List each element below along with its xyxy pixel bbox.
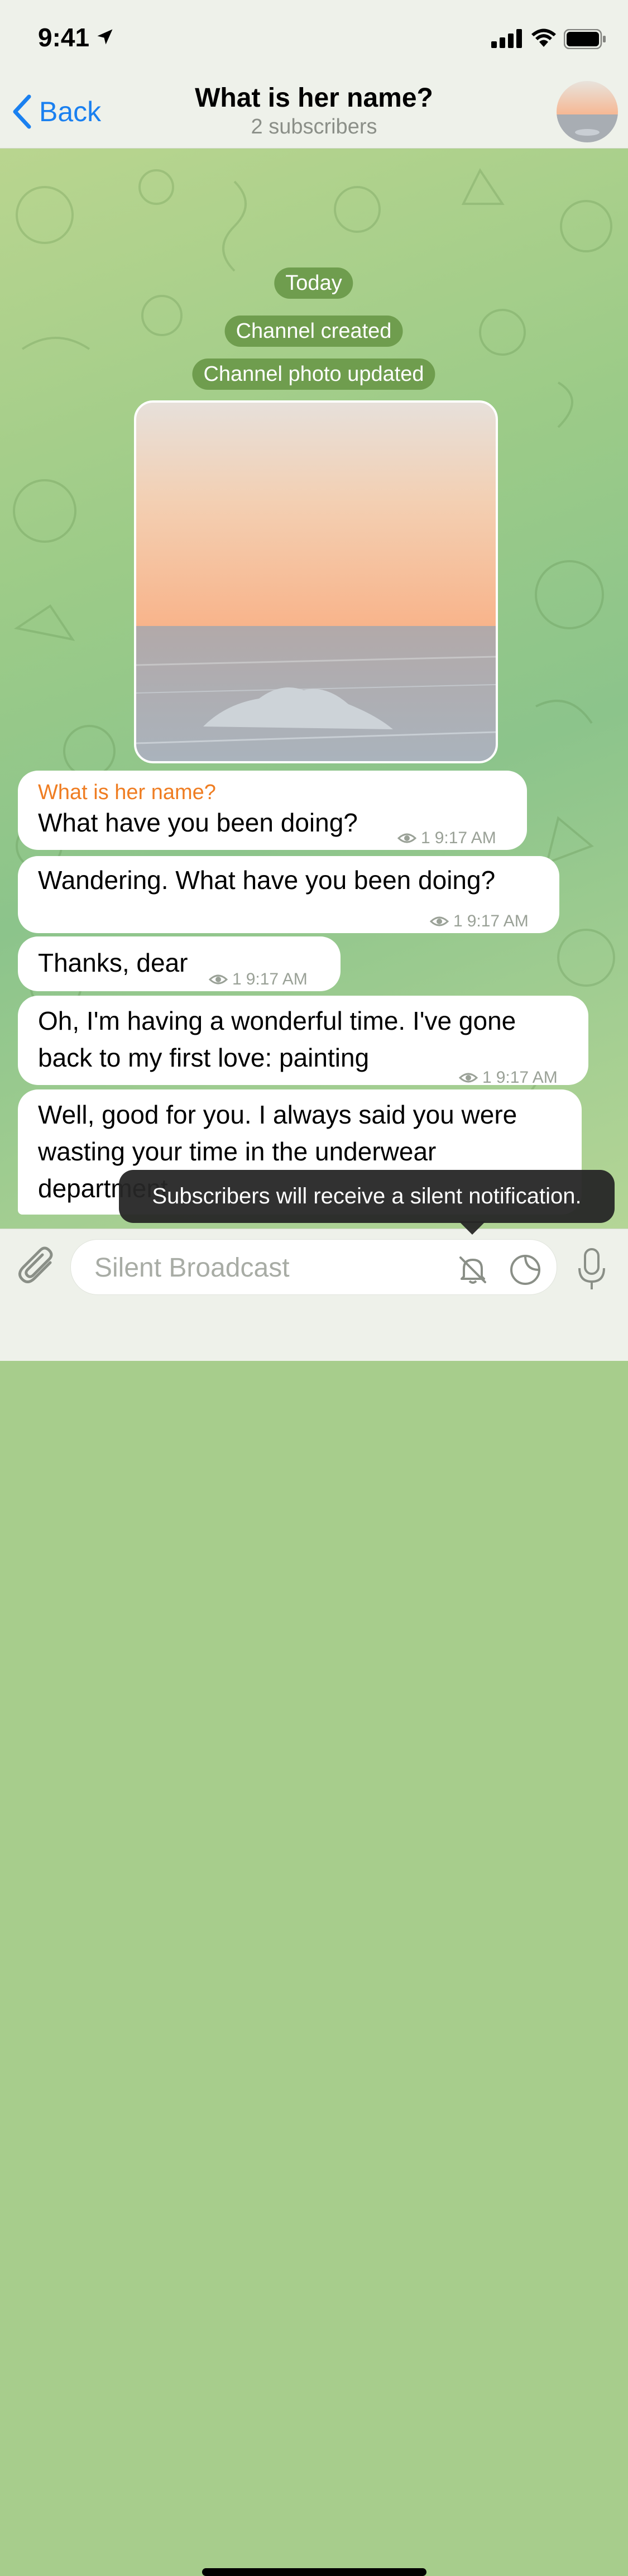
home-indicator[interactable] bbox=[202, 2568, 426, 2576]
message-input-field[interactable] bbox=[70, 1239, 557, 1296]
message-meta: 1 9:17 AM bbox=[430, 903, 529, 940]
silent-notification-tooltip: Subscribers will receive a silent notifi… bbox=[119, 1170, 615, 1223]
message-time: 9:17 AM bbox=[246, 970, 308, 988]
message-text: Wandering. What have you been doing? bbox=[38, 866, 496, 895]
composer-bar bbox=[0, 1229, 628, 2576]
message-meta: 1 9:17 AM bbox=[209, 961, 308, 998]
message-text: What have you been doing? bbox=[38, 808, 358, 837]
message-input[interactable] bbox=[93, 1240, 453, 1296]
message-bubble[interactable]: What is her name? What have you been doi… bbox=[18, 771, 527, 850]
service-channel-created: Channel created bbox=[224, 316, 403, 347]
sticker-icon[interactable] bbox=[509, 1253, 542, 1287]
channel-photo[interactable] bbox=[134, 400, 498, 763]
message-time: 9:17 AM bbox=[467, 912, 529, 930]
channel-avatar[interactable] bbox=[557, 81, 618, 142]
message-sender[interactable]: What is her name? bbox=[38, 778, 216, 806]
battery-icon bbox=[564, 29, 606, 49]
location-arrow-icon bbox=[97, 29, 113, 45]
eye-icon bbox=[209, 974, 228, 984]
status-time: 9:41 bbox=[38, 23, 90, 52]
tooltip-arrow bbox=[459, 1221, 486, 1235]
microphone-icon[interactable] bbox=[575, 1247, 608, 1292]
view-count: 1 bbox=[421, 829, 430, 847]
service-photo-updated: Channel photo updated bbox=[192, 359, 435, 390]
paperclip-icon[interactable] bbox=[18, 1246, 57, 1287]
message-bubble[interactable]: Wandering. What have you been doing? 1 9… bbox=[18, 856, 559, 933]
view-count: 1 bbox=[232, 970, 242, 988]
message-bubble[interactable]: Oh, I'm having a wonderful time. I've go… bbox=[18, 996, 588, 1087]
view-count: 1 bbox=[453, 912, 463, 930]
message-time: 9:17 AM bbox=[434, 829, 496, 847]
eye-icon bbox=[459, 1073, 478, 1083]
signal-icon bbox=[491, 29, 522, 48]
chat-area[interactable]: Today Channel created Channel photo upda… bbox=[0, 148, 628, 1229]
eye-icon bbox=[430, 916, 449, 926]
message-meta: 1 9:17 AM bbox=[397, 820, 496, 857]
message-text: Thanks, dear bbox=[38, 948, 188, 977]
bell-off-icon[interactable] bbox=[456, 1253, 490, 1287]
subscriber-count: 2 subscribers bbox=[251, 115, 377, 138]
chat-header: Back What is her name? 2 subscribers bbox=[0, 73, 628, 149]
service-date-today: Today bbox=[274, 267, 353, 299]
message-bubble[interactable]: Thanks, dear 1 9:17 AM bbox=[18, 936, 341, 991]
status-bar: 9:41 bbox=[0, 0, 628, 73]
wifi-icon bbox=[531, 28, 556, 47]
channel-title[interactable]: What is her name? bbox=[0, 83, 628, 113]
eye-icon bbox=[397, 833, 416, 843]
